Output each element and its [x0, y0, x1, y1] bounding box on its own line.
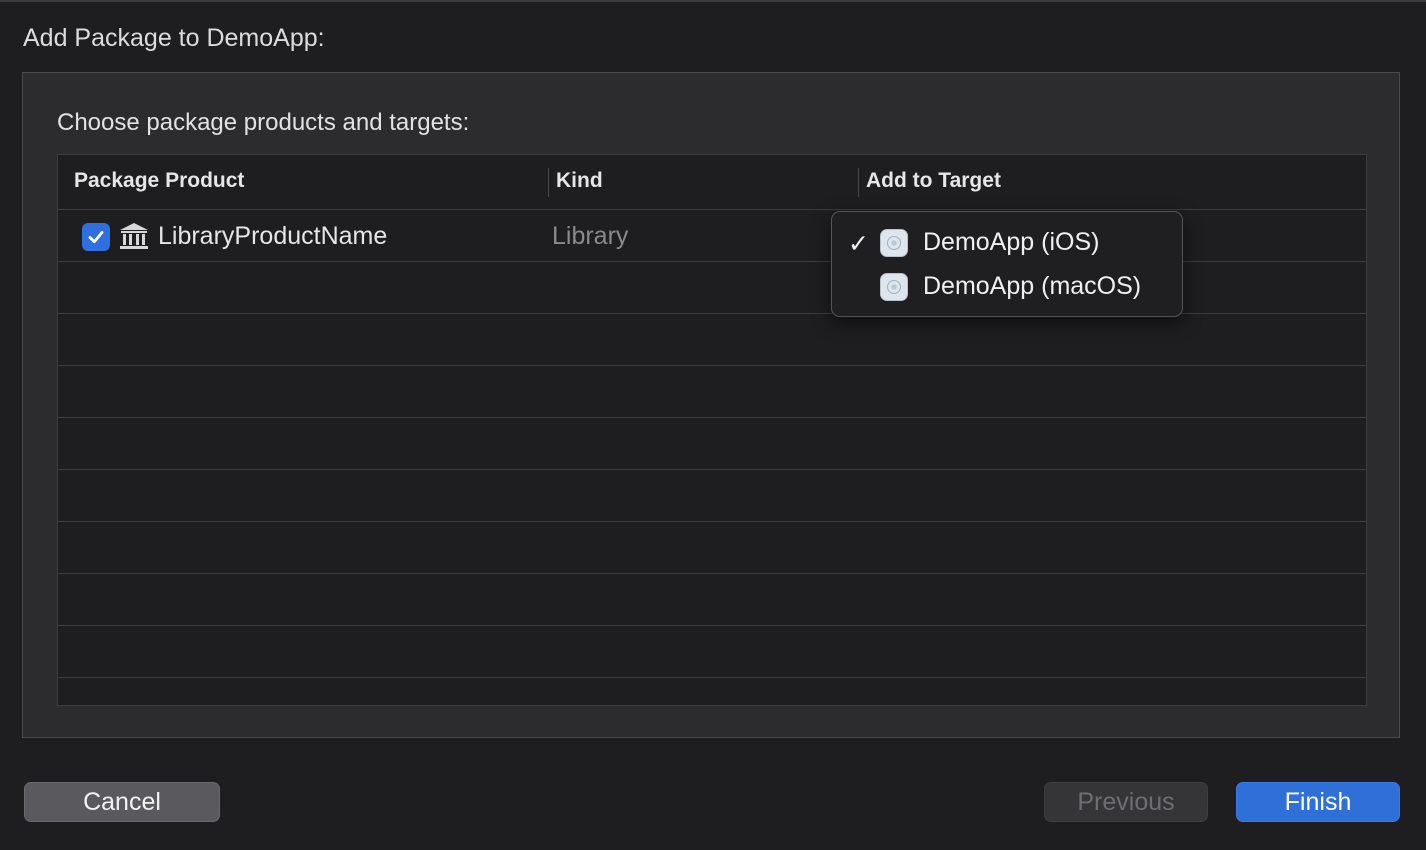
table-row-empty — [58, 574, 1366, 626]
table-row-empty — [58, 522, 1366, 574]
menu-item-demoapp-macos[interactable]: DemoApp (macOS) — [832, 265, 1182, 307]
column-header-kind[interactable]: Kind — [556, 169, 603, 193]
product-name: LibraryProductName — [158, 222, 388, 250]
app-target-icon — [880, 229, 908, 257]
previous-button[interactable]: Previous — [1044, 782, 1208, 822]
table-row-empty — [58, 314, 1366, 366]
product-kind: Library — [552, 222, 629, 250]
dialog-title: Add Package to DemoApp: — [23, 24, 325, 52]
library-icon — [120, 223, 148, 249]
panel-heading: Choose package products and targets: — [57, 109, 470, 136]
menu-item-label: DemoApp (macOS) — [923, 272, 1142, 300]
product-checkbox[interactable] — [82, 223, 110, 251]
checkmark-icon — [88, 231, 104, 244]
menu-item-demoapp-ios[interactable]: ✓ DemoApp (iOS) — [832, 221, 1182, 263]
menu-item-label: DemoApp (iOS) — [923, 228, 1100, 256]
table-row-empty — [58, 626, 1366, 678]
add-to-target-popup-menu[interactable]: ✓ DemoApp (iOS) DemoApp (macOS) — [831, 211, 1183, 317]
column-header-package-product[interactable]: Package Product — [74, 169, 244, 193]
checkmark-icon: ✓ — [848, 230, 869, 258]
table-row-empty — [58, 366, 1366, 418]
column-header-add-to-target[interactable]: Add to Target — [866, 169, 1001, 193]
finish-button[interactable]: Finish — [1236, 782, 1400, 822]
table-row-empty — [58, 470, 1366, 522]
column-divider[interactable] — [548, 168, 549, 197]
column-divider[interactable] — [858, 168, 859, 197]
cancel-button[interactable]: Cancel — [24, 782, 220, 822]
app-target-icon — [880, 273, 908, 301]
table-row-empty — [58, 418, 1366, 470]
window-top-edge — [0, 0, 1426, 2]
table-header: Package Product Kind Add to Target — [58, 155, 1366, 210]
package-products-panel: Choose package products and targets: Pac… — [22, 72, 1400, 738]
